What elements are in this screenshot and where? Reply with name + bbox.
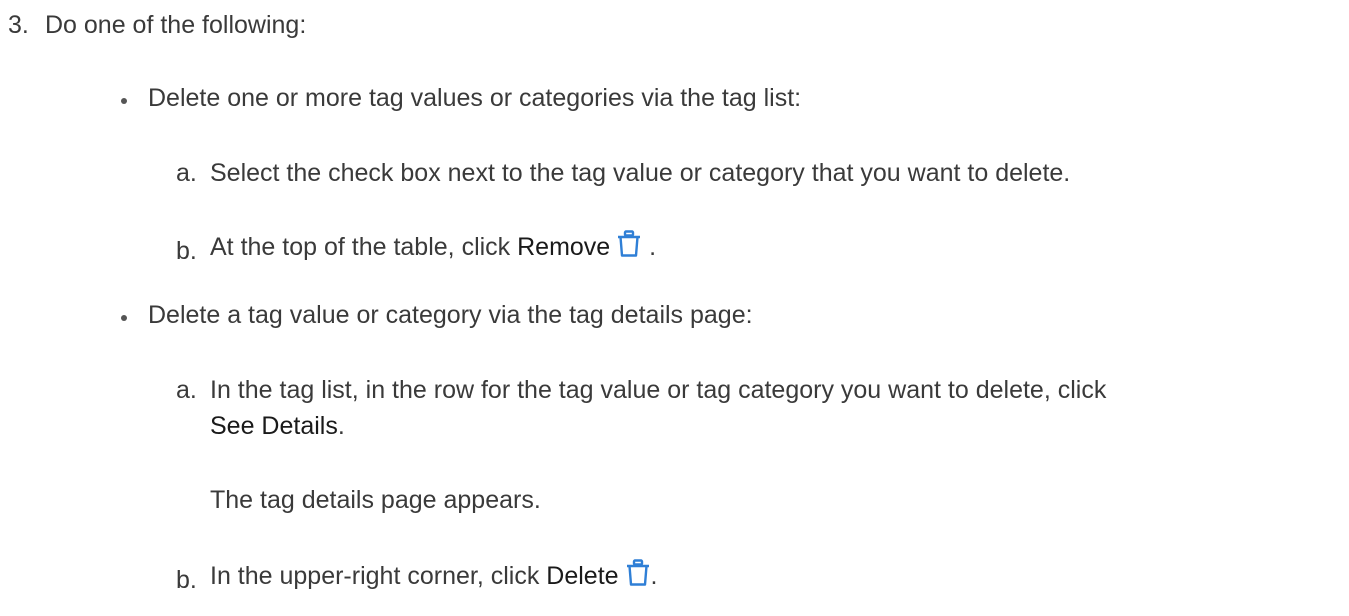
substep-text-end: . (650, 562, 658, 590)
substep-marker: b. (176, 237, 197, 265)
substep-marker: b. (176, 566, 197, 594)
substep-text: At the top of the table, click (210, 233, 518, 261)
result-text: The tag details page appears. (210, 486, 541, 514)
substep-marker: a. (176, 376, 197, 404)
see-details-label: See Details (210, 412, 338, 440)
remove-label: Remove (517, 233, 611, 261)
bullet-icon (121, 315, 127, 321)
substep-text: In the upper-right corner, click (210, 562, 547, 590)
trash-icon (626, 559, 649, 586)
substep-text: Select the check box next to the tag val… (210, 159, 1071, 187)
step-number: 3. (8, 11, 29, 39)
delete-label: Delete (546, 562, 619, 590)
substep-line: At the top of the table, click Remove . (210, 230, 656, 263)
substep-text-end: . (649, 233, 657, 261)
substep-marker: a. (176, 159, 197, 187)
substep-line: In the upper-right corner, click Delete. (210, 559, 658, 592)
substep-text-end: . (337, 412, 345, 440)
option-2-text: Delete a tag value or category via the t… (148, 301, 753, 329)
trash-icon (618, 230, 641, 257)
bullet-icon (121, 98, 127, 104)
substep-text: In the tag list, in the row for the tag … (210, 376, 1107, 404)
substep-line: See Details. (210, 411, 345, 442)
step-text: Do one of the following: (45, 11, 307, 39)
option-1-text: Delete one or more tag values or categor… (148, 84, 802, 112)
